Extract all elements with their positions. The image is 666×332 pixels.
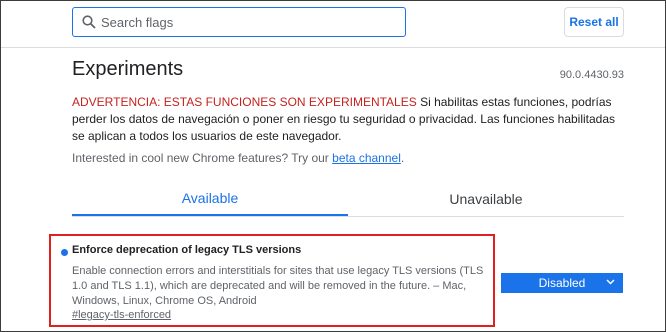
header-bar: Reset all	[1, 1, 665, 48]
promo-lead: Interested in cool new Chrome features? …	[72, 151, 333, 165]
chevron-down-icon	[606, 279, 615, 285]
version-label: 90.0.4430.93	[559, 69, 624, 81]
promo-end: .	[400, 151, 405, 165]
experiment-permalink[interactable]: #legacy-tls-enforced	[72, 309, 171, 321]
beta-channel-link[interactable]: beta channel	[332, 151, 401, 165]
tab-available[interactable]: Available	[72, 182, 348, 216]
experiment-indicator-dot	[61, 249, 68, 256]
reset-all-button[interactable]: Reset all	[564, 7, 624, 37]
experiment-state-select[interactable]: Disabled	[501, 273, 623, 293]
tab-bar: Available Unavailable	[72, 182, 624, 217]
search-icon	[82, 15, 96, 29]
search-box[interactable]	[72, 7, 406, 37]
experiment-description: Enable connection errors and interstitia…	[72, 265, 484, 307]
promo-text: Interested in cool new Chrome features? …	[72, 151, 404, 165]
warning-text: ADVERTENCIA: ESTAS FUNCIONES SON EXPERIM…	[72, 94, 617, 145]
warning-heading: ADVERTENCIA: ESTAS FUNCIONES SON EXPERIM…	[72, 95, 417, 109]
tab-unavailable[interactable]: Unavailable	[348, 182, 624, 216]
experiment-card: Enforce deprecation of legacy TLS versio…	[49, 234, 495, 327]
page-title: Experiments	[72, 58, 184, 80]
search-input[interactable]	[101, 11, 397, 33]
experiment-name: Enforce deprecation of legacy TLS versio…	[72, 244, 302, 256]
experiment-state-value: Disabled	[538, 276, 586, 290]
